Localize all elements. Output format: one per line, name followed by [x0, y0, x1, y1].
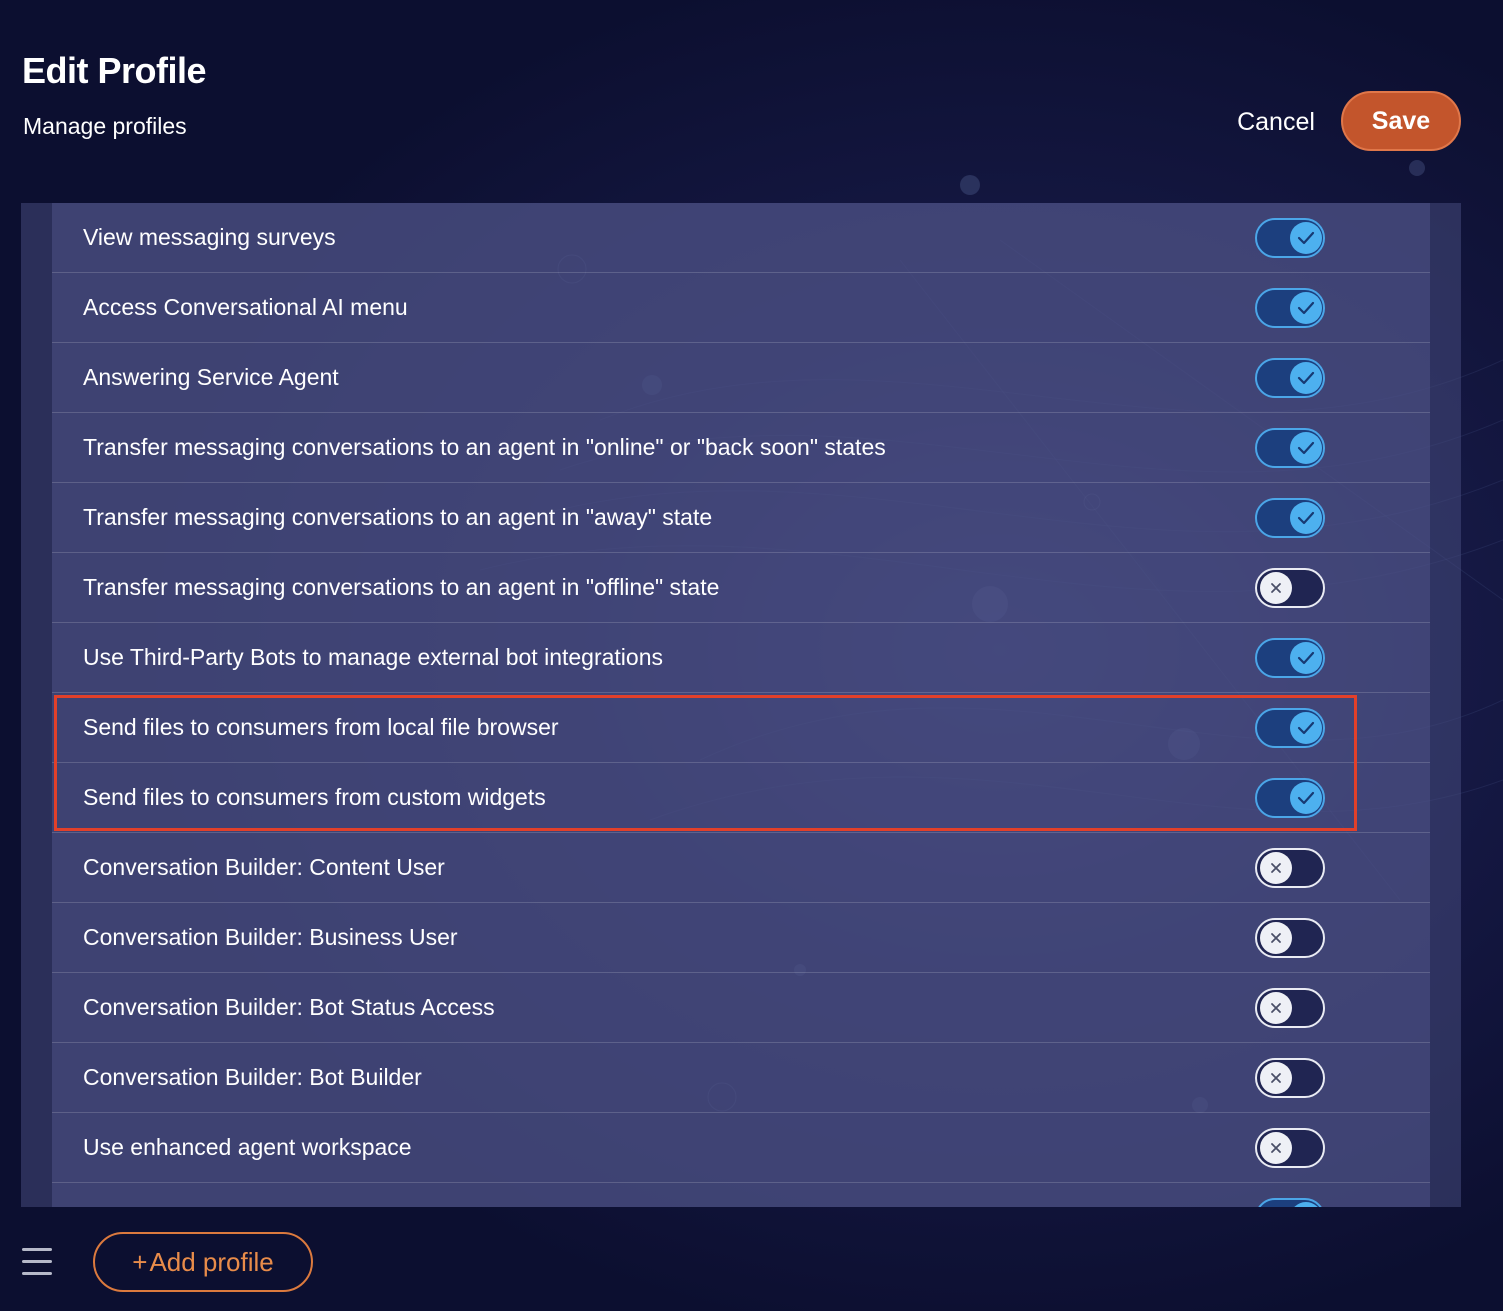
x-icon: [1260, 572, 1292, 604]
page-subtitle: Manage profiles: [23, 113, 187, 139]
checkmark-icon: [1290, 432, 1322, 464]
x-icon: [1260, 852, 1292, 884]
permission-toggle[interactable]: [1255, 848, 1325, 888]
permission-toggle[interactable]: [1255, 288, 1325, 328]
x-icon: [1260, 992, 1292, 1024]
permission-row: Send files to consumers from custom widg…: [52, 763, 1430, 833]
permission-row: Conversation Builder: Business User: [52, 903, 1430, 973]
permission-toggle[interactable]: [1255, 568, 1325, 608]
permission-row: Conversation Builder: Content User: [52, 833, 1430, 903]
permission-toggle[interactable]: [1255, 778, 1325, 818]
add-profile-label: Add profile: [149, 1246, 274, 1277]
checkmark-icon: [1290, 362, 1322, 394]
permission-label: Conversation Builder: Bot Status Access: [83, 994, 495, 1020]
permission-label: Use Third-Party Bots to manage external …: [83, 644, 663, 670]
permission-row: Send files to consumers from local file …: [52, 693, 1430, 763]
x-icon: [1260, 1132, 1292, 1164]
checkmark-icon: [1290, 782, 1322, 814]
permission-row: Access Conversational AI menu: [52, 273, 1430, 343]
permission-label: Access Conversational AI menu: [83, 294, 408, 320]
permission-label: Conversation Builder: Business User: [83, 924, 458, 950]
permission-label: Transfer messaging conversations to an a…: [83, 434, 886, 460]
add-profile-button[interactable]: + Add profile: [93, 1232, 313, 1292]
permission-toggle[interactable]: [1255, 1058, 1325, 1098]
permission-row: Conversation Builder: Bot Status Access: [52, 973, 1430, 1043]
permission-row: Use Third-Party Bots to manage external …: [52, 623, 1430, 693]
permission-row: Answering Service Agent: [52, 343, 1430, 413]
permission-row: Transfer messaging conversations to an a…: [52, 413, 1430, 483]
checkmark-icon: [1290, 222, 1322, 254]
permission-toggle[interactable]: [1255, 498, 1325, 538]
permission-toggle[interactable]: [1255, 428, 1325, 468]
permission-row: Transfer messaging conversations to an a…: [52, 483, 1430, 553]
checkmark-icon: [1290, 642, 1322, 674]
x-icon: [1260, 922, 1292, 954]
permission-toggle[interactable]: [1255, 358, 1325, 398]
hamburger-menu-icon[interactable]: [22, 1246, 52, 1278]
permission-label: Conversation Builder: Bot Builder: [83, 1064, 422, 1090]
permission-row: Transfer messaging conversations to an a…: [52, 553, 1430, 623]
permission-label: Transfer messaging conversations to an a…: [83, 504, 713, 530]
plus-icon: +: [132, 1246, 148, 1277]
permission-toggle[interactable]: [1255, 918, 1325, 958]
permission-row: Conversation Builder: Bot Builder: [52, 1043, 1430, 1113]
cancel-button[interactable]: Cancel: [1226, 102, 1326, 142]
x-icon: [1260, 1062, 1292, 1094]
permission-toggle[interactable]: [1255, 1128, 1325, 1168]
checkmark-icon: [1290, 1202, 1322, 1207]
permission-toggle[interactable]: [1255, 708, 1325, 748]
save-button[interactable]: Save: [1341, 91, 1461, 151]
permission-toggle[interactable]: [1255, 1198, 1325, 1207]
permission-label: Conversation Builder: Content User: [83, 854, 445, 880]
permissions-panel: View messaging surveys Access Conversatio…: [21, 203, 1461, 1207]
checkmark-icon: [1290, 502, 1322, 534]
permission-toggle[interactable]: [1255, 218, 1325, 258]
checkmark-icon: [1290, 712, 1322, 744]
permission-label: Transfer messaging conversations to an a…: [83, 574, 720, 600]
permissions-list: View messaging surveys Access Conversatio…: [52, 203, 1430, 1207]
permission-row: [52, 1183, 1430, 1207]
permission-row: View messaging surveys: [52, 203, 1430, 273]
permission-row: Use enhanced agent workspace: [52, 1113, 1430, 1183]
page-title: Edit Profile: [22, 50, 207, 91]
permission-label: Answering Service Agent: [83, 364, 339, 390]
checkmark-icon: [1290, 292, 1322, 324]
permission-label: Use enhanced agent workspace: [83, 1134, 412, 1160]
permission-toggle[interactable]: [1255, 638, 1325, 678]
permission-toggle[interactable]: [1255, 988, 1325, 1028]
permission-label: Send files to consumers from local file …: [83, 714, 559, 740]
permission-label: Send files to consumers from custom widg…: [83, 784, 546, 810]
permission-label: View messaging surveys: [83, 224, 336, 250]
